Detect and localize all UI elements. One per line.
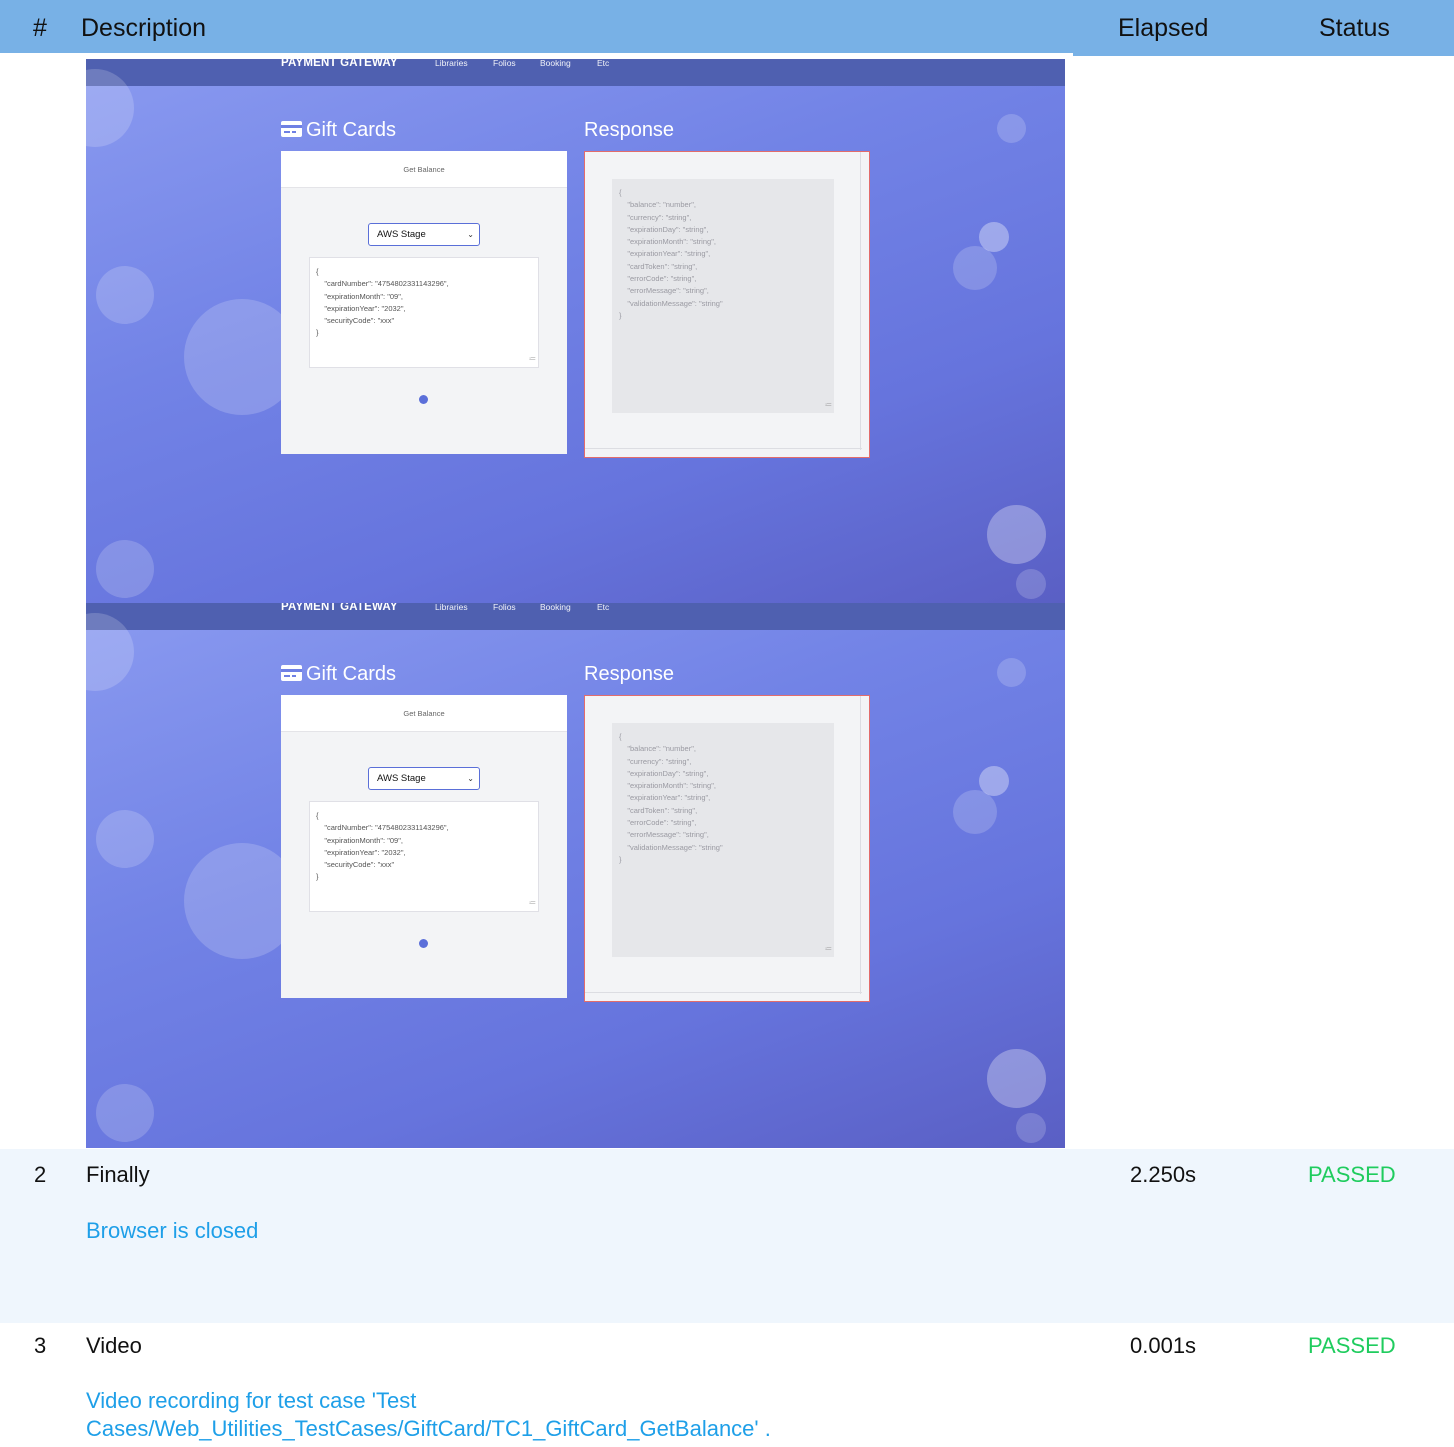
panel-divider — [860, 696, 861, 994]
brand-logo[interactable]: PAYMENT GATEWAY — [281, 603, 398, 613]
request-json-input[interactable]: { "cardNumber": "4754802331143296", "exp… — [309, 801, 539, 912]
nav-link-booking[interactable]: Booking — [540, 603, 571, 612]
nav-link-folios[interactable]: Folios — [493, 59, 516, 68]
resize-grip-icon[interactable]: ≔ — [825, 400, 832, 412]
screenshot-1: PAYMENT GATEWAY Libraries Folios Booking… — [86, 59, 1065, 604]
panel-divider — [585, 992, 862, 993]
nav-link-etc[interactable]: Etc — [597, 59, 609, 68]
app-navbar: PAYMENT GATEWAY Libraries Folios Booking… — [86, 59, 1065, 86]
gift-cards-title: Gift Cards — [306, 663, 397, 685]
col-description-header: Description — [81, 14, 207, 42]
table-header: # Description Elapsed Status — [0, 0, 1454, 56]
response-panel: { "balance": "number", "currency": "stri… — [584, 151, 870, 458]
row-number: 3 — [34, 1333, 47, 1358]
gift-card-form: Get Balance AWS Stage ⌄ { "cardNumber": … — [281, 151, 567, 454]
nav-link-libraries[interactable]: Libraries — [435, 59, 468, 68]
response-title: Response — [584, 663, 675, 685]
col-number-header: # — [33, 14, 47, 42]
col-elapsed-header: Elapsed — [1118, 14, 1209, 42]
screenshot-2: PAYMENT GATEWAY Libraries Folios Booking… — [86, 603, 1065, 1148]
table-row: 3 Video 0.001s PASSED Video recording fo… — [0, 1323, 1454, 1447]
row-description: Finally — [86, 1162, 150, 1187]
gift-card-form: Get Balance AWS Stage ⌄ { "cardNumber": … — [281, 695, 567, 998]
nav-link-etc[interactable]: Etc — [597, 603, 609, 612]
video-detail-line-1[interactable]: Video recording for test case 'Test — [86, 1387, 416, 1415]
row-elapsed: 2.250s — [1130, 1162, 1197, 1187]
response-json-output[interactable]: { "balance": "number", "currency": "stri… — [612, 723, 834, 957]
bubble-decoration — [96, 266, 154, 324]
brand-logo[interactable]: PAYMENT GATEWAY — [281, 59, 398, 69]
bubble-decoration — [96, 810, 154, 868]
col-status-header: Status — [1319, 14, 1390, 42]
status-badge: PASSED — [1308, 1162, 1396, 1187]
chevron-down-icon: ⌄ — [467, 774, 474, 783]
get-balance-tab[interactable]: Get Balance — [281, 695, 567, 732]
bubble-decoration — [953, 246, 997, 290]
nav-link-folios[interactable]: Folios — [493, 603, 516, 612]
resize-grip-icon[interactable]: ≔ — [825, 944, 832, 956]
bubble-decoration — [96, 1084, 154, 1142]
nav-link-booking[interactable]: Booking — [540, 59, 571, 68]
bubble-decoration — [1016, 569, 1046, 599]
header-divider — [0, 53, 1073, 56]
bubble-decoration — [96, 540, 154, 598]
panel-divider — [585, 448, 862, 449]
credit-card-icon — [281, 121, 302, 137]
response-json-text: { "balance": "number", "currency": "stri… — [619, 188, 723, 320]
row-number: 2 — [34, 1162, 47, 1187]
response-panel: { "balance": "number", "currency": "stri… — [584, 695, 870, 1002]
loading-spinner — [419, 395, 428, 404]
chevron-down-icon: ⌄ — [467, 230, 474, 239]
get-balance-tab[interactable]: Get Balance — [281, 151, 567, 188]
video-detail-line-2[interactable]: Cases/Web_Utilities_TestCases/GiftCard/T… — [86, 1415, 771, 1443]
panel-divider — [860, 152, 861, 450]
environment-select[interactable]: AWS Stage ⌄ — [368, 767, 480, 790]
bubble-decoration — [997, 114, 1026, 143]
environment-select-value: AWS Stage — [377, 229, 426, 240]
resize-grip-icon[interactable]: ≔ — [529, 898, 536, 910]
status-badge: PASSED — [1308, 1333, 1396, 1358]
table-row: 2 Finally 2.250s PASSED Browser is close… — [0, 1149, 1454, 1323]
response-json-text: { "balance": "number", "currency": "stri… — [619, 732, 723, 864]
request-json-text: { "cardNumber": "4754802331143296", "exp… — [316, 811, 449, 882]
app-navbar: PAYMENT GATEWAY Libraries Folios Booking… — [86, 603, 1065, 630]
bubble-decoration — [997, 658, 1026, 687]
environment-select[interactable]: AWS Stage ⌄ — [368, 223, 480, 246]
response-title: Response — [584, 119, 675, 141]
step-detail: Browser is closed — [86, 1218, 259, 1243]
bubble-decoration — [1016, 1113, 1046, 1143]
bubble-decoration — [987, 1049, 1046, 1108]
row-elapsed: 0.001s — [1130, 1333, 1197, 1358]
request-json-text: { "cardNumber": "4754802331143296", "exp… — [316, 267, 449, 338]
gift-cards-title: Gift Cards — [306, 119, 397, 141]
environment-select-value: AWS Stage — [377, 773, 426, 784]
request-json-input[interactable]: { "cardNumber": "4754802331143296", "exp… — [309, 257, 539, 368]
resize-grip-icon[interactable]: ≔ — [529, 354, 536, 366]
credit-card-icon — [281, 665, 302, 681]
row-description: Video — [86, 1333, 142, 1358]
bubble-decoration — [953, 790, 997, 834]
response-json-output[interactable]: { "balance": "number", "currency": "stri… — [612, 179, 834, 413]
loading-spinner — [419, 939, 428, 948]
bubble-decoration — [987, 505, 1046, 564]
nav-link-libraries[interactable]: Libraries — [435, 603, 468, 612]
